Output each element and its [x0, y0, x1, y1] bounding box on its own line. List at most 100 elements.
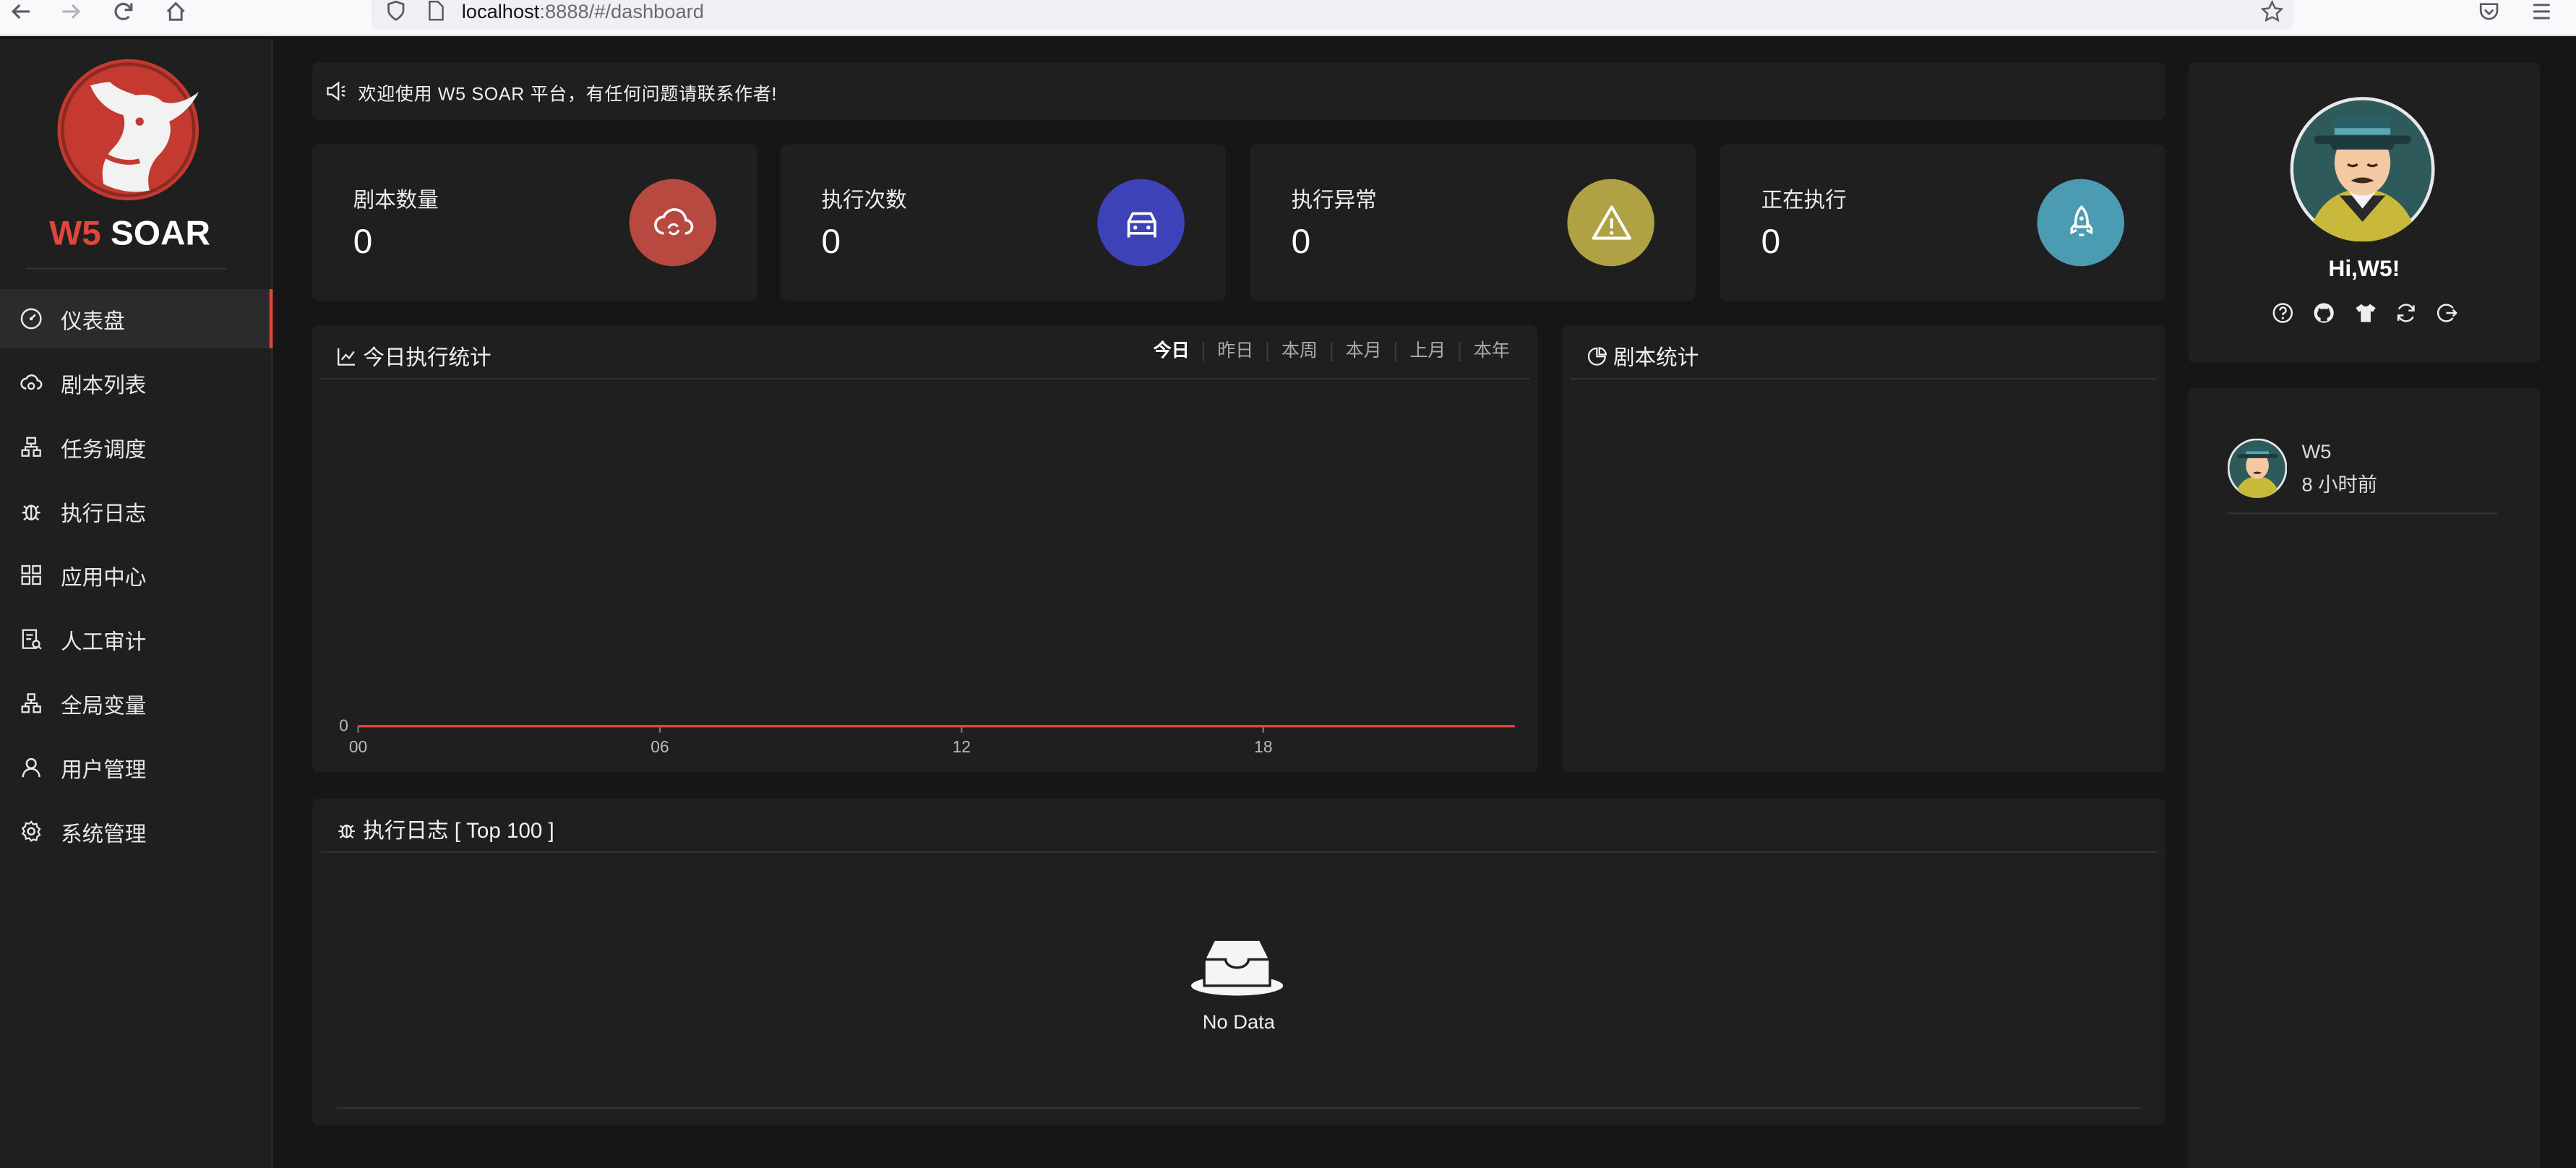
- url-host: localhost: [461, 0, 540, 23]
- gear-icon: [20, 820, 43, 843]
- sidebar-item-dashboard[interactable]: 仪表盘: [0, 289, 273, 348]
- notice-text: 欢迎使用 W5 SOAR 平台，有任何问题请联系作者!: [358, 85, 778, 106]
- inbox-icon: [1190, 937, 1284, 1008]
- audit-icon: [20, 627, 43, 650]
- sidebar-item-playbooks[interactable]: 剧本列表: [0, 353, 272, 413]
- stat-circle: [2037, 179, 2124, 267]
- brand-w5: W5: [49, 215, 101, 254]
- car-icon: [1126, 211, 1156, 237]
- stat-label: 执行异常: [1291, 187, 1377, 212]
- sidebar-item-variables[interactable]: 全局变量: [0, 674, 272, 733]
- question-icon[interactable]: [2270, 301, 2295, 325]
- profile-card: Hi,W5!: [2188, 62, 2541, 364]
- cloud-sync-icon: [20, 372, 43, 395]
- shield-icon[interactable]: [381, 0, 411, 30]
- menu-icon[interactable]: [2527, 0, 2556, 30]
- schedule-icon: [20, 435, 43, 458]
- x-tick-label: 18: [1254, 737, 1272, 756]
- browser-toolbar: localhost:8888/#/dashboard: [0, 0, 2576, 37]
- logout-icon[interactable]: [2435, 301, 2460, 325]
- cluster-icon: [20, 692, 43, 715]
- stat-label: 正在执行: [1761, 187, 1847, 212]
- github-icon[interactable]: [2311, 301, 2336, 325]
- divider: [1570, 377, 2158, 380]
- stat-value: 0: [353, 223, 373, 262]
- sidebar-item-label: 应用中心: [61, 564, 147, 589]
- notice-bar: 欢迎使用 W5 SOAR 平台，有任何问题请联系作者!: [312, 62, 2165, 120]
- x-tick-label: 00: [349, 737, 367, 756]
- dashboard-icon: [20, 307, 43, 330]
- brand-soar: SOAR: [100, 215, 210, 254]
- today-execution-chart-panel: 今日执行统计 今日 昨日 本周 本月 上月 本年 0 00 06 12 18: [312, 325, 1538, 773]
- stat-circle: [629, 179, 717, 267]
- divider: [26, 267, 227, 270]
- activity-time: 8 小时前: [2301, 473, 2378, 497]
- w5-bull-logo[interactable]: [54, 56, 202, 204]
- avatar[interactable]: [2290, 97, 2435, 242]
- apps-grid-icon: [20, 564, 43, 587]
- warning-icon: [1591, 205, 1631, 239]
- divider: [320, 851, 2158, 853]
- stat-card-executions: 执行次数 0: [780, 145, 1226, 301]
- stat-label: 执行次数: [821, 187, 907, 212]
- url-bar[interactable]: localhost:8888/#/dashboard: [371, 0, 2294, 30]
- cloud-sync-icon: [653, 207, 693, 235]
- stat-label: 剧本数量: [353, 187, 439, 212]
- user-icon: [20, 756, 43, 779]
- stat-card-running: 正在执行 0: [1720, 145, 2165, 301]
- sidebar-item-logs[interactable]: 执行日志: [0, 481, 272, 541]
- rocket-icon: [2069, 204, 2092, 236]
- panel-title-text: 剧本统计: [1613, 345, 1699, 370]
- stat-value: 0: [1291, 223, 1311, 262]
- refresh-icon[interactable]: [2394, 301, 2418, 325]
- sidebar-item-schedule[interactable]: 任务调度: [0, 417, 272, 476]
- url-path: :8888/#/dashboard: [539, 0, 704, 23]
- sidebar-item-label: 用户管理: [61, 756, 147, 781]
- panel-title: 剧本统计: [1587, 340, 1699, 372]
- reload-icon[interactable]: [108, 0, 138, 30]
- tshirt-icon[interactable]: [2353, 301, 2377, 325]
- profile-toolbar: [2270, 301, 2459, 325]
- sidebar: W5 SOAR 仪表盘 剧本列表 任务调度 执行日志 应用中心 人工审计 全局变…: [0, 39, 273, 1168]
- playbook-stats-panel: 剧本统计: [1562, 325, 2165, 773]
- sidebar-item-apps[interactable]: 应用中心: [0, 546, 272, 605]
- avatar: [2227, 438, 2288, 499]
- stat-value: 0: [821, 223, 841, 262]
- star-icon[interactable]: [2257, 0, 2287, 30]
- sidebar-item-system[interactable]: 系统管理: [0, 802, 272, 861]
- sidebar-item-label: 人工审计: [61, 628, 147, 653]
- sidebar-item-label: 全局变量: [61, 692, 147, 718]
- forward-icon[interactable]: [56, 0, 85, 30]
- bug-icon: [338, 823, 355, 838]
- greeting-text: Hi,W5!: [2328, 254, 2400, 281]
- brand-title: W5 SOAR: [0, 215, 259, 255]
- line-chart: 000 06 12 18: [339, 716, 1515, 756]
- panel-title-text: 执行日志 [ Top 100 ]: [363, 817, 554, 843]
- home-icon[interactable]: [161, 0, 191, 30]
- pie-chart-icon: [1587, 346, 1607, 365]
- pocket-icon[interactable]: [2474, 0, 2504, 30]
- stat-circle: [1567, 179, 1654, 267]
- sound-icon: [325, 80, 347, 110]
- execution-log-panel: 执行日志 [ Top 100 ] No Data: [312, 798, 2165, 1126]
- sidebar-item-users[interactable]: 用户管理: [0, 738, 272, 797]
- url-text: localhost:8888/#/dashboard: [462, 0, 704, 25]
- sidebar-item-label: 系统管理: [61, 820, 147, 846]
- stat-card-errors: 执行异常 0: [1250, 145, 1696, 301]
- x-tick-label: 12: [953, 737, 971, 756]
- sidebar-item-label: 任务调度: [61, 436, 147, 461]
- bug-icon: [20, 499, 43, 523]
- activity-panel: W5 8 小时前: [2188, 387, 2541, 1168]
- stat-circle: [1097, 179, 1185, 267]
- back-icon[interactable]: [7, 0, 36, 30]
- y-tick-label: 0: [339, 716, 348, 734]
- activity-user: W5: [2301, 440, 2332, 463]
- divider: [2228, 512, 2497, 515]
- sidebar-item-audit[interactable]: 人工审计: [0, 609, 272, 669]
- x-tick-label: 06: [651, 737, 669, 756]
- page-icon: [421, 0, 450, 30]
- sidebar-item-label: 剧本列表: [61, 372, 147, 397]
- panel-title: 执行日志 [ Top 100 ]: [337, 813, 554, 844]
- stat-card-playbooks: 剧本数量 0: [312, 145, 757, 301]
- sidebar-item-label: 仪表盘: [61, 308, 125, 333]
